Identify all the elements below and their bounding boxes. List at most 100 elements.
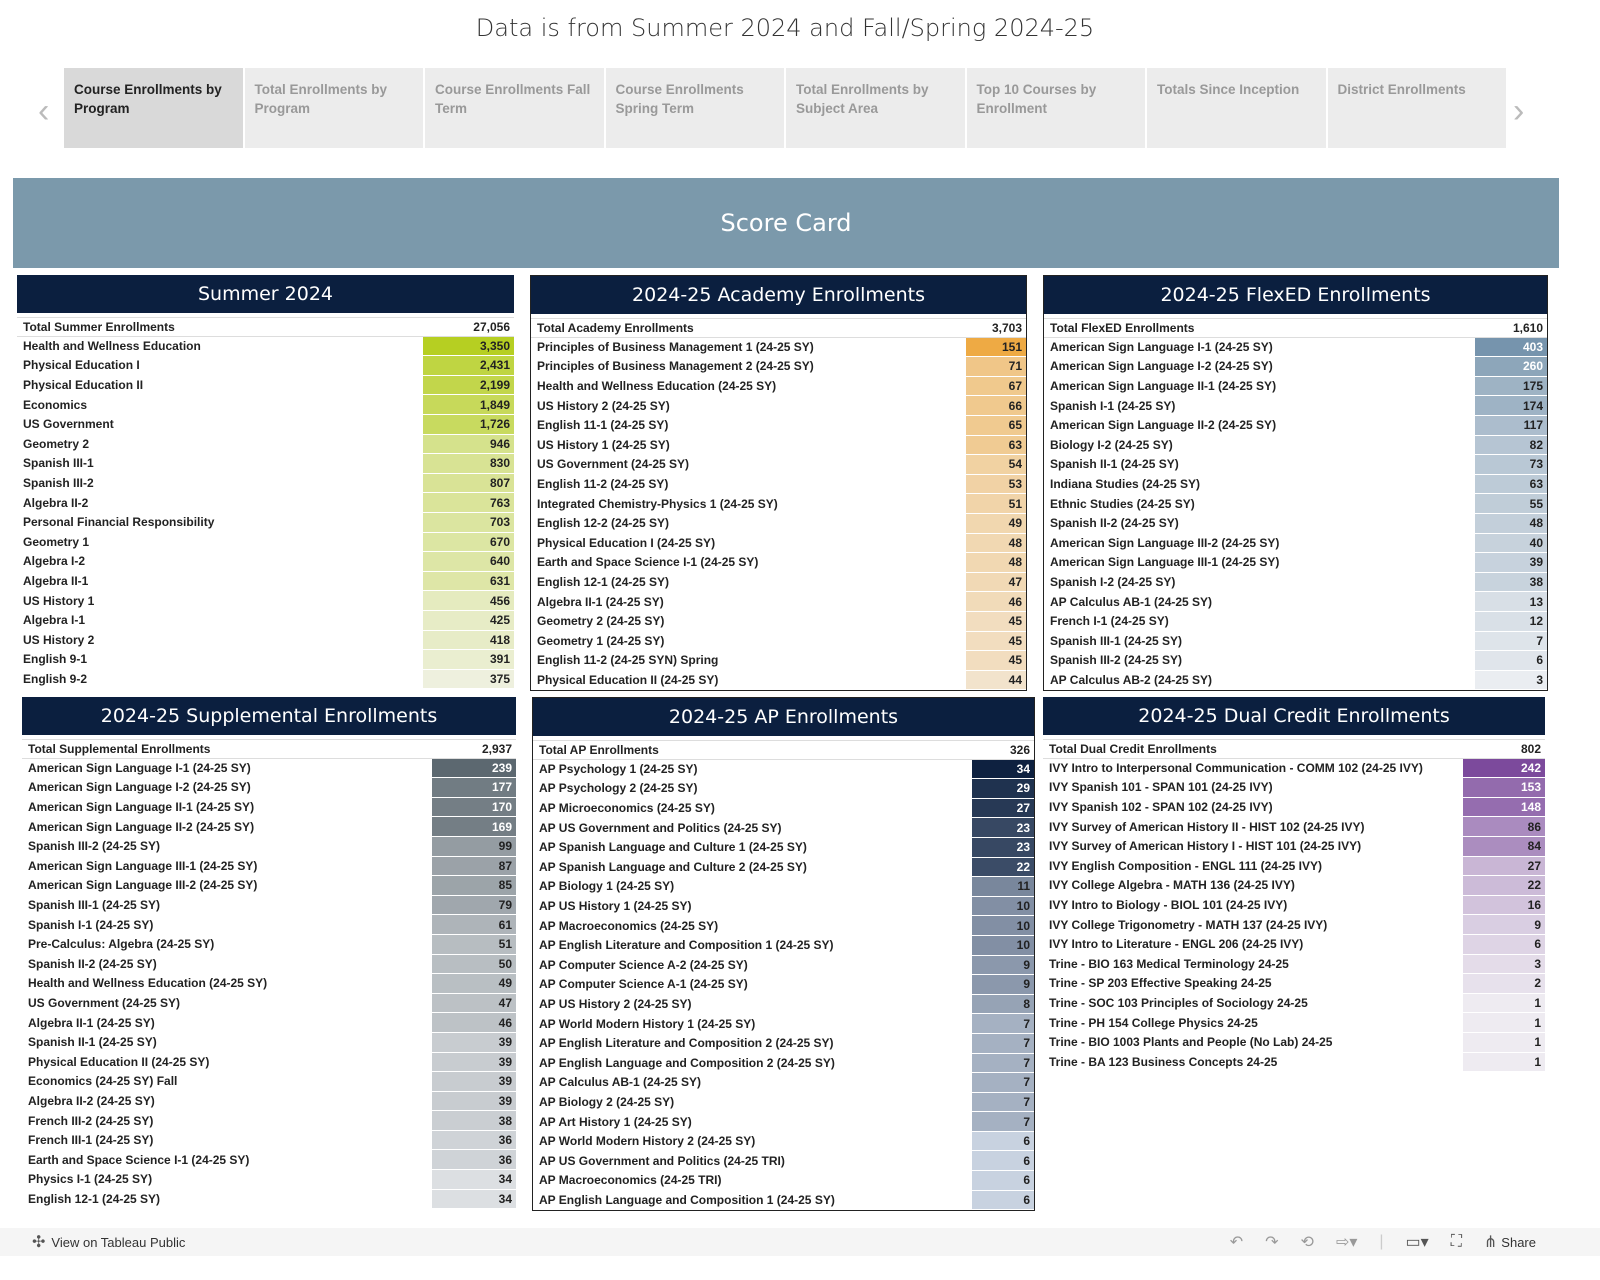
table-row[interactable]: American Sign Language II-1 (24-25 SY) 17… — [22, 797, 516, 818]
table-row[interactable]: American Sign Language III-1 (24-25 SY) 8… — [22, 856, 516, 877]
undo-icon[interactable]: ↶ — [1230, 1232, 1243, 1252]
table-row[interactable]: AP US Government and Politics (24-25 TRI… — [533, 1151, 1034, 1171]
table-row[interactable]: Trine - BIO 1003 Plants and People (No L… — [1043, 1032, 1545, 1053]
table-row[interactable]: American Sign Language III-1 (24-25 SY) 3… — [1044, 553, 1547, 573]
tabs-next-arrow-icon[interactable]: › — [1513, 92, 1524, 131]
table-row[interactable]: Spanish III-1 830 — [17, 454, 514, 474]
table-row[interactable]: AP Macroeconomics (24-25 TRI) 6 — [533, 1171, 1034, 1191]
table-row[interactable]: American Sign Language II-2 (24-25 SY) 11… — [1044, 415, 1547, 436]
table-row[interactable]: American Sign Language I-2 (24-25 SY) 260 — [1044, 357, 1547, 377]
table-row[interactable]: AP Microeconomics (24-25 SY) 27 — [533, 798, 1034, 819]
table-row[interactable]: Health and Wellness Education 3,350 — [17, 336, 514, 357]
revert-icon[interactable]: ⟲ — [1301, 1232, 1314, 1252]
table-row[interactable]: Personal Financial Responsibility 703 — [17, 512, 514, 533]
table-row[interactable]: IVY Intro to Literature - ENGL 206 (24-2… — [1043, 934, 1545, 955]
table-row[interactable]: English 12-1 (24-25 SY) 34 — [22, 1189, 516, 1210]
tab-totals-since-inception[interactable]: Totals Since Inception — [1147, 68, 1326, 148]
table-row[interactable]: American Sign Language I-2 (24-25 SY) 177 — [22, 778, 516, 798]
table-row[interactable]: Physics I-1 (24-25 SY) 34 — [22, 1170, 516, 1190]
table-row[interactable]: French III-1 (24-25 SY) 36 — [22, 1130, 516, 1151]
table-row[interactable]: IVY Spanish 102 - SPAN 102 (24-25 IVY) 14… — [1043, 797, 1545, 818]
tab-total-enrollments-subject[interactable]: Total Enrollments by Subject Area — [786, 68, 965, 148]
share-button[interactable]: Share — [1501, 1235, 1536, 1250]
table-row[interactable]: Trine - SP 203 Effective Speaking 24-25 2 — [1043, 974, 1545, 994]
table-row[interactable]: American Sign Language I-1 (24-25 SY) 403 — [1044, 337, 1547, 358]
table-row[interactable]: English 11-1 (24-25 SY) 65 — [531, 415, 1026, 436]
table-row[interactable]: Algebra II-1 631 — [17, 571, 514, 592]
tabs-prev-arrow-icon[interactable]: ‹ — [38, 92, 49, 131]
table-row[interactable]: AP World Modern History 2 (24-25 SY) 6 — [533, 1131, 1034, 1152]
table-row[interactable]: AP US Government and Politics (24-25 SY)… — [533, 818, 1034, 838]
table-row[interactable]: IVY Spanish 101 - SPAN 101 (24-25 IVY) 15… — [1043, 778, 1545, 798]
table-row[interactable]: English 11-2 (24-25 SY) 53 — [531, 474, 1026, 495]
table-row[interactable]: American Sign Language II-2 (24-25 SY) 16… — [22, 817, 516, 837]
table-row[interactable]: US History 1 (24-25 SY) 63 — [531, 435, 1026, 456]
table-row[interactable]: American Sign Language III-2 (24-25 SY) 8… — [22, 876, 516, 896]
table-row[interactable]: English 12-2 (24-25 SY) 49 — [531, 513, 1026, 534]
table-row[interactable]: English 12-1 (24-25 SY) 47 — [531, 572, 1026, 593]
tab-course-enrollments-spring[interactable]: Course Enrollments Spring Term — [605, 68, 784, 148]
table-row[interactable]: Algebra II-2 763 — [17, 493, 514, 513]
table-row[interactable]: Pre-Calculus: Algebra (24-25 SY) 51 — [22, 934, 516, 955]
redo-icon[interactable]: ↷ — [1265, 1232, 1278, 1252]
table-row[interactable]: AP English Literature and Composition 1 … — [533, 935, 1034, 956]
table-row[interactable]: Health and Wellness Education (24-25 SY)… — [531, 376, 1026, 397]
table-row[interactable]: Spanish II-2 (24-25 SY) 48 — [1044, 513, 1547, 534]
table-row[interactable]: Spanish I-1 (24-25 SY) 174 — [1044, 396, 1547, 416]
tab-course-enrollments-by-program[interactable]: Course Enrollments by Program — [64, 68, 243, 148]
table-row[interactable]: Physical Education II (24-25 SY) 39 — [22, 1052, 516, 1073]
tab-district-enrollments[interactable]: District Enrollments — [1327, 68, 1506, 148]
table-row[interactable]: AP English Language and Composition 1 (2… — [533, 1190, 1034, 1211]
tab-course-enrollments-fall[interactable]: Course Enrollments Fall Term — [425, 68, 604, 148]
table-row[interactable]: AP Psychology 2 (24-25 SY) 29 — [533, 779, 1034, 799]
table-row[interactable]: Economics 1,849 — [17, 395, 514, 415]
table-row[interactable]: English 9-1 391 — [17, 650, 514, 670]
table-row[interactable]: Spanish II-1 (24-25 SY) 73 — [1044, 455, 1547, 475]
table-row[interactable]: Algebra I-1 425 — [17, 610, 514, 631]
table-row[interactable]: IVY English Composition - ENGL 111 (24-2… — [1043, 856, 1545, 877]
table-row[interactable]: IVY Intro to Interpersonal Communication… — [1043, 758, 1545, 779]
table-row[interactable]: Biology I-2 (24-25 SY) 82 — [1044, 435, 1547, 456]
table-row[interactable]: AP Macroeconomics (24-25 SY) 10 — [533, 916, 1034, 936]
table-row[interactable]: Ethnic Studies (24-25 SY) 55 — [1044, 494, 1547, 514]
table-row[interactable]: Indiana Studies (24-25 SY) 63 — [1044, 474, 1547, 495]
tab-total-enrollments-by-program[interactable]: Total Enrollments by Program — [244, 68, 423, 148]
table-row[interactable]: AP Calculus AB-1 (24-25 SY) 13 — [1044, 592, 1547, 612]
table-row[interactable]: Geometry 2 (24-25 SY) 45 — [531, 611, 1026, 632]
table-row[interactable]: AP US History 2 (24-25 SY) 8 — [533, 994, 1034, 1015]
device-preview-icon[interactable]: ▭▾ — [1406, 1232, 1429, 1252]
table-row[interactable]: Algebra II-1 (24-25 SY) 46 — [22, 1013, 516, 1033]
refresh-icon[interactable]: ⇨▾ — [1336, 1232, 1357, 1252]
table-row[interactable]: Geometry 1 670 — [17, 532, 514, 553]
table-row[interactable]: Trine - PH 154 College Physics 24-25 1 — [1043, 1013, 1545, 1033]
table-row[interactable]: Integrated Chemistry-Physics 1 (24-25 SY… — [531, 494, 1026, 514]
table-row[interactable]: AP Spanish Language and Culture 2 (24-25… — [533, 857, 1034, 878]
table-row[interactable]: Trine - BA 123 Business Concepts 24-25 1 — [1043, 1052, 1545, 1073]
table-row[interactable]: Principles of Business Management 2 (24-… — [531, 357, 1026, 377]
table-row[interactable]: Spanish III-2 (24-25 SY) 6 — [1044, 651, 1547, 671]
table-row[interactable]: Trine - BIO 163 Medical Terminology 24-2… — [1043, 954, 1545, 975]
table-row[interactable]: IVY Survey of American History I - HIST … — [1043, 836, 1545, 857]
fullscreen-icon[interactable]: ⛶ — [1451, 1233, 1462, 1251]
table-row[interactable]: Physical Education I 2,431 — [17, 356, 514, 376]
table-row[interactable]: Physical Education I (24-25 SY) 48 — [531, 533, 1026, 554]
table-row[interactable]: AP Spanish Language and Culture 1 (24-25… — [533, 837, 1034, 858]
table-row[interactable]: US Government (24-25 SY) 54 — [531, 455, 1026, 475]
table-row[interactable]: Earth and Space Science I-1 (24-25 SY) 48 — [531, 553, 1026, 573]
table-row[interactable]: AP Psychology 1 (24-25 SY) 34 — [533, 759, 1034, 780]
table-row[interactable]: US History 2 (24-25 SY) 66 — [531, 396, 1026, 416]
table-row[interactable]: AP Computer Science A-2 (24-25 SY) 9 — [533, 955, 1034, 976]
table-row[interactable]: AP English Language and Composition 2 (2… — [533, 1053, 1034, 1074]
table-row[interactable]: AP Calculus AB-1 (24-25 SY) 7 — [533, 1073, 1034, 1093]
table-row[interactable]: Physical Education II (24-25 SY) 44 — [531, 670, 1026, 691]
table-row[interactable]: Geometry 2 946 — [17, 434, 514, 455]
table-row[interactable]: Spanish III-1 (24-25 SY) 7 — [1044, 631, 1547, 652]
table-row[interactable]: IVY Intro to Biology - BIOL 101 (24-25 I… — [1043, 895, 1545, 916]
table-row[interactable]: Earth and Space Science I-1 (24-25 SY) 36 — [22, 1150, 516, 1170]
table-row[interactable]: Geometry 1 (24-25 SY) 45 — [531, 631, 1026, 652]
table-row[interactable]: Algebra II-2 (24-25 SY) 39 — [22, 1091, 516, 1112]
table-row[interactable]: Algebra II-1 (24-25 SY) 46 — [531, 592, 1026, 612]
tab-top-10-courses[interactable]: Top 10 Courses by Enrollment — [966, 68, 1145, 148]
table-row[interactable]: Spanish I-1 (24-25 SY) 61 — [22, 915, 516, 935]
table-row[interactable]: AP World Modern History 1 (24-25 SY) 7 — [533, 1014, 1034, 1034]
